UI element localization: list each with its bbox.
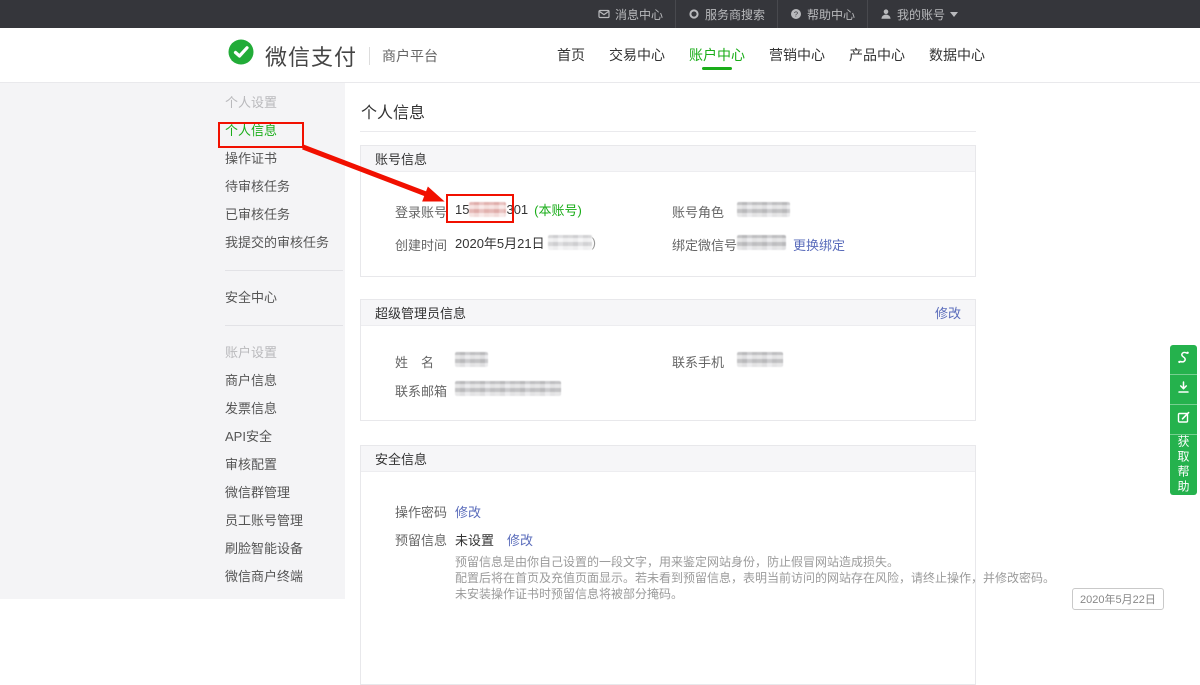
bound-wechat-label: 绑定微信号	[672, 235, 737, 254]
created-time-value: 2020年5月21日 )	[455, 233, 596, 252]
sidebar-item-face-payment-devices[interactable]: 刷脸智能设备	[225, 535, 343, 563]
sidebar-group-account-settings: 账户设置	[225, 339, 343, 367]
reserved-info-status: 未设置	[455, 530, 494, 549]
portal-label: 商户平台	[382, 46, 438, 66]
reserved-info-edit-link[interactable]: 修改	[507, 530, 533, 549]
current-account-note: (本账号)	[534, 200, 582, 219]
chevron-down-icon	[950, 12, 958, 17]
redacted-created-time	[548, 235, 592, 250]
redacted-admin-name	[455, 352, 488, 367]
account-role-label: 账号角色	[672, 202, 724, 221]
sidebar-item-api-security[interactable]: API安全	[225, 423, 343, 451]
redacted-account-role	[737, 202, 790, 217]
admin-name-label: 姓 名	[395, 352, 434, 371]
annotation-arrow	[298, 140, 458, 220]
svg-text:?: ?	[794, 10, 798, 19]
super-admin-card: 超级管理员信息 修改 姓 名 联系手机 联系邮箱	[360, 299, 976, 421]
search-icon	[688, 8, 700, 20]
download-icon	[1176, 380, 1191, 400]
redacted-contact-phone	[737, 352, 783, 367]
floating-helper: 获取帮助	[1170, 345, 1197, 495]
redacted-bound-wechat	[737, 235, 786, 250]
reserved-info-label: 预留信息	[395, 530, 447, 549]
sidebar-group-personal-settings: 个人设置	[225, 89, 343, 117]
wechat-pay-logo-icon	[225, 37, 257, 74]
topbar-item-label: 我的账号	[897, 6, 945, 23]
edit-icon	[1176, 410, 1191, 430]
sidebar-item-review-config[interactable]: 审核配置	[225, 451, 343, 479]
logo-divider	[369, 47, 370, 65]
main-content: 个人信息 账号信息 登录账号 15 301 (本账号) 账号角色 创建时间 20…	[345, 83, 1200, 599]
rebind-wechat-link[interactable]: 更换绑定	[793, 235, 845, 254]
date-badge: 2020年5月22日	[1072, 588, 1164, 610]
link-icon	[1176, 350, 1191, 370]
sidebar-item-wechat-group-management[interactable]: 微信群管理	[225, 479, 343, 507]
nav-item-account-center[interactable]: 账户中心	[689, 28, 745, 83]
logo-text: 微信支付	[265, 40, 357, 72]
contact-phone-label: 联系手机	[672, 352, 724, 371]
nav-item-marketing-center[interactable]: 营销中心	[769, 28, 825, 83]
operation-password-edit-link[interactable]: 修改	[455, 502, 481, 521]
topbar-item-help-center[interactable]: ? 帮助中心	[777, 0, 867, 28]
sidebar-item-staff-account-management[interactable]: 员工账号管理	[225, 507, 343, 535]
security-info-card-title: 安全信息	[375, 449, 427, 468]
sidebar-divider	[225, 270, 343, 271]
nav-item-transaction-center[interactable]: 交易中心	[609, 28, 665, 83]
nav-item-data-center[interactable]: 数据中心	[929, 28, 985, 83]
nav-item-product-center[interactable]: 产品中心	[849, 28, 905, 83]
sidebar-item-invoice-info[interactable]: 发票信息	[225, 395, 343, 423]
title-divider	[360, 131, 976, 132]
floating-link-button[interactable]	[1170, 345, 1197, 375]
sidebar-item-security-center[interactable]: 安全中心	[225, 284, 343, 312]
nav-item-home[interactable]: 首页	[557, 28, 585, 83]
security-info-card: 安全信息 操作密码 修改 预留信息 未设置 修改 预留信息是由你自己设置的一段文…	[360, 445, 976, 685]
user-icon	[880, 8, 892, 20]
reserved-info-description: 预留信息是由你自己设置的一段文字，用来鉴定网站身份，防止假冒网站造成损失。 配置…	[455, 554, 1055, 602]
get-help-button[interactable]: 获取帮助	[1170, 435, 1197, 495]
contact-email-label: 联系邮箱	[395, 381, 447, 400]
mail-icon	[598, 8, 610, 20]
annotation-box-personal-info	[218, 122, 304, 148]
topbar-item-label: 帮助中心	[807, 6, 855, 23]
wechat-pay-logo: 微信支付 商户平台	[225, 28, 438, 83]
help-icon: ?	[790, 8, 802, 20]
topbar-item-my-account[interactable]: 我的账号	[867, 0, 970, 28]
topbar-item-message-center[interactable]: 消息中心	[586, 0, 675, 28]
sidebar-item-merchant-info[interactable]: 商户信息	[225, 367, 343, 395]
sidebar-item-wechat-merchant-terminal[interactable]: 微信商户终端	[225, 563, 343, 591]
floating-download-button[interactable]	[1170, 375, 1197, 405]
topbar: 消息中心 服务商搜索 ? 帮助中心 我的账号	[0, 0, 1200, 28]
operation-password-label: 操作密码	[395, 502, 447, 521]
topbar-item-label: 服务商搜索	[705, 6, 765, 23]
primary-nav: 首页 交易中心 账户中心 营销中心 产品中心 数据中心	[557, 28, 985, 83]
header: 微信支付 商户平台 首页 交易中心 账户中心 营销中心 产品中心 数据中心	[0, 28, 1200, 83]
topbar-item-service-provider-search[interactable]: 服务商搜索	[675, 0, 777, 28]
sidebar: 个人设置 个人信息 操作证书 待审核任务 已审核任务 我提交的审核任务 安全中心…	[0, 83, 345, 599]
topbar-item-label: 消息中心	[615, 6, 663, 23]
floating-edit-button[interactable]	[1170, 405, 1197, 435]
sidebar-item-my-submitted-review-tasks[interactable]: 我提交的审核任务	[225, 229, 343, 257]
super-admin-card-title: 超级管理员信息	[375, 303, 466, 322]
page-title: 个人信息	[361, 99, 425, 123]
super-admin-edit-link[interactable]: 修改	[935, 303, 961, 322]
created-time-label: 创建时间	[395, 235, 447, 254]
redacted-contact-email	[455, 381, 561, 396]
sidebar-divider	[225, 325, 343, 326]
